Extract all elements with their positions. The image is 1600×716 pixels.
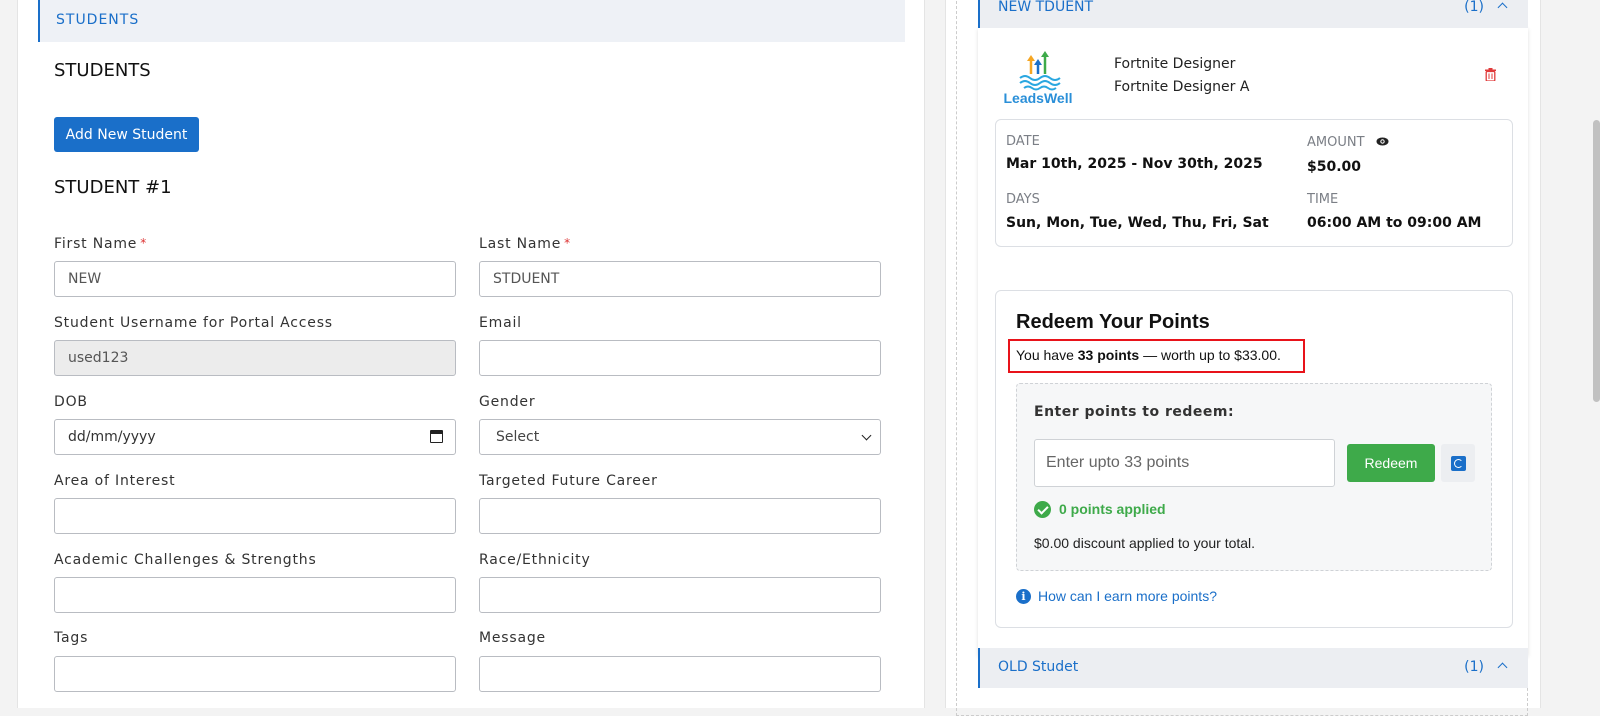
required-marker: * [564, 236, 571, 250]
race-input[interactable] [479, 577, 881, 613]
date-value: Mar 10th, 2025 - Nov 30th, 2025 [1006, 156, 1263, 172]
academic-input[interactable] [54, 577, 456, 613]
date-label: DATE [1006, 134, 1040, 149]
leadswell-logo: LeadsWell [1004, 51, 1073, 106]
tags-input[interactable] [54, 656, 456, 692]
enter-points-label: Enter points to redeem: [1034, 404, 1235, 420]
accordion-title: OLD Studet [998, 659, 1079, 675]
calendar-icon[interactable] [430, 430, 443, 443]
accordion-count: (1) [1464, 0, 1484, 15]
info-icon: i [1016, 589, 1031, 604]
chevron-up-icon [1497, 2, 1508, 13]
last-name-label: Last Name * [479, 236, 571, 252]
dob-input[interactable]: dd/mm/yyyy [54, 419, 456, 455]
students-section-header[interactable]: STUDENTS [38, 0, 905, 42]
cart-panel: LeadsWell Fortnite Designer Fortnite Des… [945, 0, 1541, 716]
points-applied-status: 0 points applied [1059, 501, 1166, 517]
amount-value: $50.00 [1307, 159, 1362, 175]
redeem-title: Redeem Your Points [1016, 311, 1210, 333]
academic-label: Academic Challenges & Strengths [54, 552, 317, 568]
course-name: Fortnite Designer [1114, 56, 1236, 72]
logo-wordmark: LeadsWell [1004, 90, 1073, 106]
section-header-label: STUDENTS [56, 12, 140, 28]
earn-more-points-link[interactable]: How can I earn more points? [1038, 588, 1217, 604]
time-label: TIME [1307, 192, 1339, 207]
student-form-panel: STUDENTS STUDENTS Add New Student STUDEN… [17, 0, 925, 708]
area-of-interest-input[interactable] [54, 498, 456, 534]
gender-select[interactable]: Select [479, 419, 881, 455]
amount-label: AMOUNT [1307, 135, 1365, 150]
course-info-box: DATE Mar 10th, 2025 - Nov 30th, 2025 AMO… [995, 119, 1513, 247]
targeted-career-label: Targeted Future Career [479, 473, 658, 489]
refresh-icon [1451, 456, 1466, 471]
first-name-label: First Name * [54, 236, 148, 252]
eye-icon[interactable] [1376, 137, 1389, 146]
chevron-up-icon [1497, 662, 1508, 673]
redeem-form: Enter points to redeem: Enter upto 33 po… [1016, 383, 1492, 571]
tags-label: Tags [54, 630, 89, 646]
points-input[interactable]: Enter upto 33 points [1034, 439, 1335, 487]
course-card: LeadsWell Fortnite Designer Fortnite Des… [978, 28, 1528, 656]
accordion-title: NEW TDUENT [998, 0, 1094, 15]
accordion-count: (1) [1464, 659, 1484, 675]
username-input[interactable]: used123 [54, 340, 456, 376]
discount-summary: $0.00 discount applied to your total. [1034, 535, 1256, 551]
dob-placeholder: dd/mm/yyyy [68, 429, 156, 445]
email-label: Email [479, 315, 522, 331]
page-title: STUDENTS [54, 60, 151, 81]
message-input[interactable] [479, 656, 881, 692]
first-name-input[interactable]: NEW [54, 261, 456, 297]
student-title: STUDENT #1 [54, 177, 172, 198]
accordion-new-student[interactable]: NEW TDUENT (1) [978, 0, 1528, 28]
last-name-input[interactable]: STDUENT [479, 261, 881, 297]
gender-selected-value: Select [496, 429, 540, 445]
days-value: Sun, Mon, Tue, Wed, Thu, Fri, Sat [1006, 215, 1269, 231]
course-subname: Fortnite Designer A [1114, 79, 1250, 95]
points-count: 33 points [1077, 347, 1140, 363]
time-value: 06:00 AM to 09:00 AM [1307, 215, 1482, 231]
message-label: Message [479, 630, 546, 646]
race-label: Race/Ethnicity [479, 552, 591, 568]
days-label: DAYS [1006, 192, 1040, 207]
targeted-career-input[interactable] [479, 498, 881, 534]
dob-label: DOB [54, 394, 88, 410]
add-new-student-button[interactable]: Add New Student [54, 117, 199, 152]
chevron-down-icon [861, 430, 872, 441]
scrollbar-thumb[interactable] [1593, 120, 1600, 402]
area-of-interest-label: Area of Interest [54, 473, 176, 489]
refresh-button[interactable] [1441, 444, 1475, 482]
gender-label: Gender [479, 394, 536, 410]
required-marker: * [140, 236, 148, 250]
points-summary: You have 33 points — worth up to $33.00. [1016, 347, 1281, 363]
redeem-points-box: Redeem Your Points You have 33 points — … [995, 290, 1513, 628]
trash-icon[interactable] [1485, 68, 1496, 81]
email-input[interactable] [479, 340, 881, 376]
redeem-button[interactable]: Redeem [1347, 444, 1435, 482]
accordion-old-student[interactable]: OLD Studet (1) [978, 648, 1528, 688]
username-label: Student Username for Portal Access [54, 315, 333, 331]
check-circle-icon [1034, 501, 1051, 518]
